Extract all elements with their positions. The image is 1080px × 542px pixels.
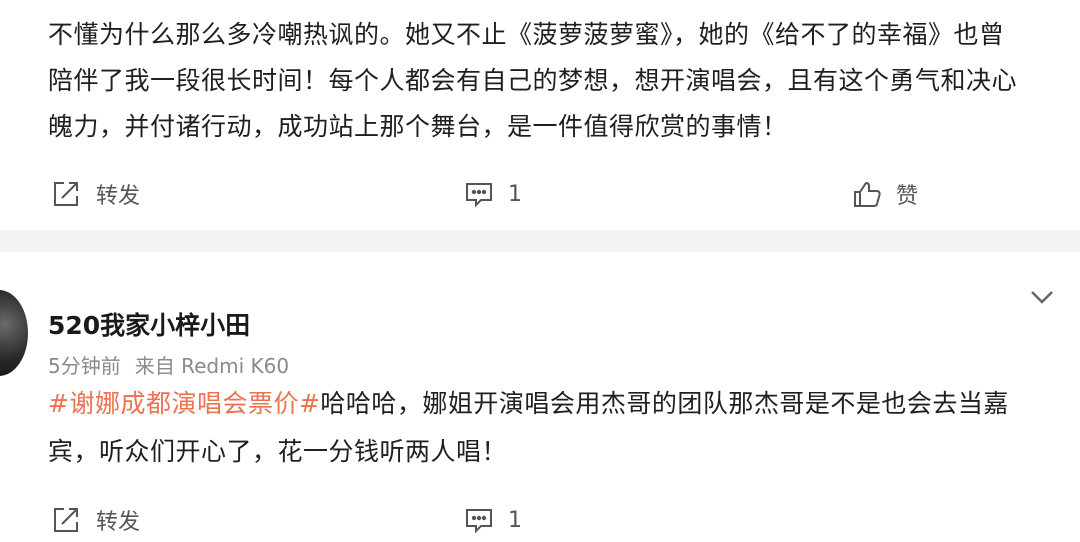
username[interactable]: 520我家小梓小田 bbox=[48, 306, 250, 342]
comment-button[interactable]: 1 bbox=[464, 174, 522, 214]
timestamp: 5分钟前 bbox=[48, 354, 121, 378]
comment-icon bbox=[464, 179, 494, 209]
repost-label: 转发 bbox=[96, 510, 141, 535]
repost-button[interactable]: 转发 bbox=[50, 174, 140, 214]
action-bar-1: 转发 1 赞 bbox=[0, 174, 1080, 214]
comment-count: 1 bbox=[508, 181, 522, 207]
like-icon bbox=[852, 179, 882, 209]
device-source: 来自 Redmi K60 bbox=[134, 354, 290, 378]
like-button[interactable]: 赞 bbox=[852, 174, 918, 214]
like-label: 赞 bbox=[896, 184, 919, 209]
comment-line-rest: 哈哈哈，娜姐开演唱会用杰哥的团队那杰哥是不是也会去当嘉 bbox=[320, 389, 1009, 418]
repost-icon bbox=[50, 504, 82, 536]
section-divider bbox=[0, 230, 1080, 252]
comment-line: #谢娜成都演唱会票价#哈哈哈，娜姐开演唱会用杰哥的团队那杰哥是不是也会去当嘉 bbox=[48, 380, 1048, 428]
comment-line: 宾，听众们开心了，花一分钱听两人唱！ bbox=[48, 437, 508, 466]
repost-icon bbox=[50, 178, 82, 210]
repost-label: 转发 bbox=[96, 184, 141, 209]
comment-line: 陪伴了我一段很长时间！每个人都会有自己的梦想，想开演唱会，且有这个勇气和决心 bbox=[48, 66, 1018, 95]
comment-meta: 5分钟前 来自 Redmi K60 bbox=[48, 350, 289, 379]
comment-count: 1 bbox=[508, 507, 522, 533]
comment-text-2: #谢娜成都演唱会票价#哈哈哈，娜姐开演唱会用杰哥的团队那杰哥是不是也会去当嘉 宾… bbox=[48, 380, 1048, 476]
comment-icon bbox=[464, 505, 494, 535]
comment-text-1: 不懂为什么那么多冷嘲热讽的。她又不止《菠萝菠萝蜜》，她的《给不了的幸福》也曾 陪… bbox=[48, 12, 1048, 150]
comment-line: 不懂为什么那么多冷嘲热讽的。她又不止《菠萝菠萝蜜》，她的《给不了的幸福》也曾 bbox=[48, 20, 1005, 49]
repost-button[interactable]: 转发 bbox=[50, 500, 140, 540]
comment-line: 魄力，并付诸行动，成功站上那个舞台，是一件值得欣赏的事情！ bbox=[48, 112, 788, 141]
action-bar-2: 转发 1 bbox=[0, 500, 1080, 540]
avatar[interactable] bbox=[0, 290, 28, 376]
comment-button[interactable]: 1 bbox=[464, 500, 522, 540]
chevron-down-icon[interactable] bbox=[1026, 284, 1058, 312]
hashtag-link[interactable]: #谢娜成都演唱会票价# bbox=[48, 389, 320, 418]
